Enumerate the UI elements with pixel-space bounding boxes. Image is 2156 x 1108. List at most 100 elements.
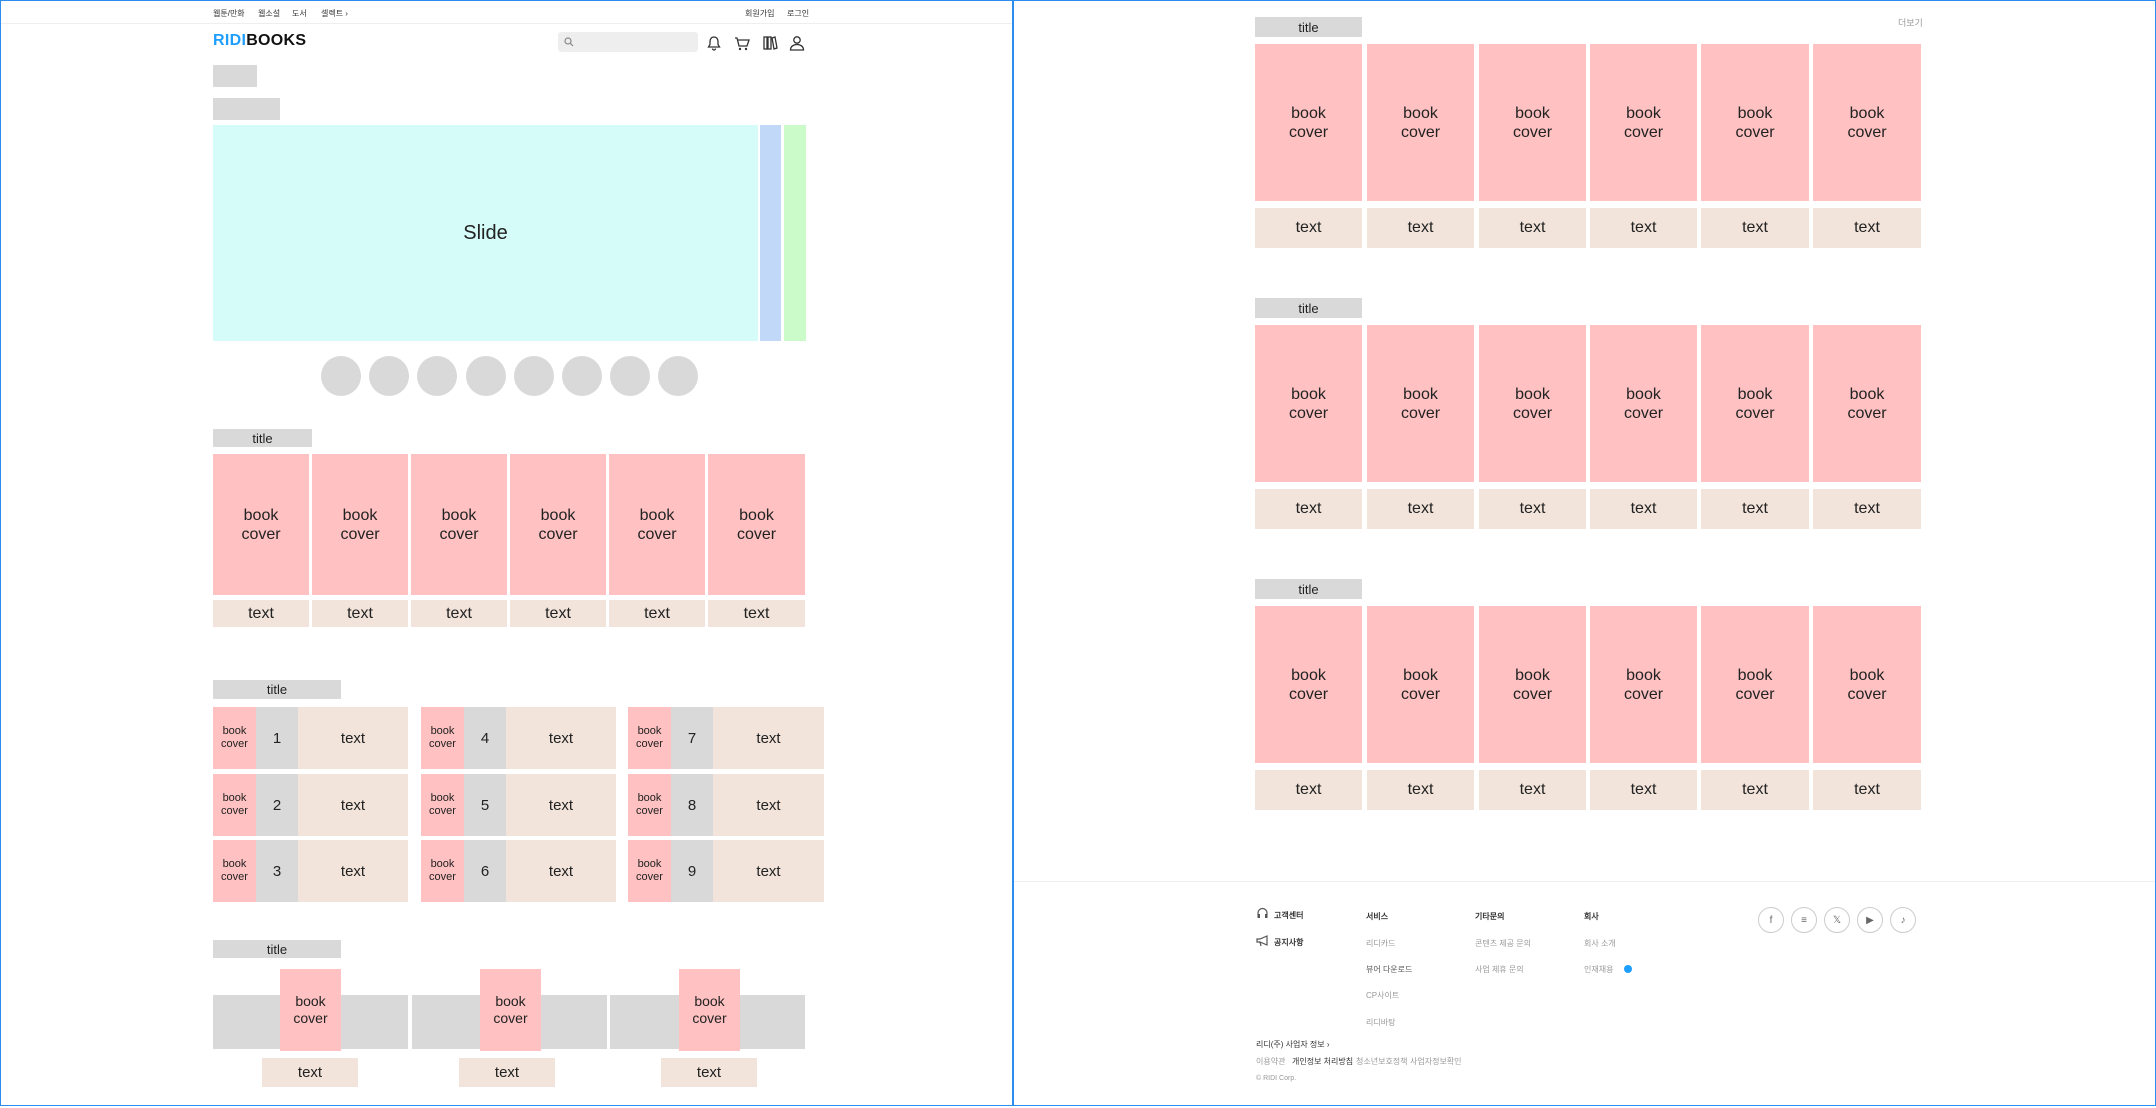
ranking-item[interactable]: book cover 4 text [421, 707, 616, 769]
quick-menu-circle[interactable] [369, 356, 409, 396]
book-info-text[interactable]: text [1367, 489, 1474, 529]
book-info-text[interactable]: text [1701, 208, 1809, 248]
footer-link[interactable]: 회사 소개 [1584, 938, 1616, 949]
book-cover[interactable]: book cover [708, 454, 805, 595]
footer-link[interactable]: 뷰어 다운로드 [1366, 964, 1412, 975]
library-icon[interactable] [761, 34, 779, 52]
book-info-text[interactable]: text [1255, 208, 1362, 248]
category-tab-placeholder[interactable] [213, 65, 257, 87]
nav-select[interactable]: 셀렉트 › [321, 8, 348, 19]
book-info-text[interactable]: text [1479, 208, 1586, 248]
footer-link[interactable]: 리디바탕 [1366, 1017, 1395, 1028]
book-info-text[interactable]: text [1590, 489, 1697, 529]
book-cover[interactable]: book cover [1367, 44, 1474, 201]
subcategory-placeholder[interactable] [213, 98, 280, 120]
book-info-text[interactable]: text [1590, 770, 1697, 810]
book-info-text[interactable]: text [609, 600, 705, 627]
book-cover[interactable]: book cover [312, 454, 408, 595]
book-cover[interactable]: book cover [1701, 44, 1809, 201]
book-info-text[interactable]: text [1367, 208, 1474, 248]
biz-check-link[interactable]: 사업자정보확인 [1410, 1056, 1462, 1067]
featured-text[interactable]: text [459, 1058, 555, 1087]
book-info-text[interactable]: text [1590, 208, 1697, 248]
book-info-text[interactable]: text [1479, 770, 1586, 810]
ranking-item[interactable]: book cover 6 text [421, 840, 616, 902]
youtube-icon[interactable]: ▶ [1857, 907, 1883, 933]
quick-menu-circle[interactable] [417, 356, 457, 396]
book-cover[interactable]: book cover [1479, 606, 1586, 763]
cart-icon[interactable] [733, 34, 751, 52]
book-cover[interactable]: book cover [1701, 325, 1809, 482]
more-link[interactable]: 더보기 [1898, 16, 1923, 29]
book-cover[interactable]: book cover [1813, 606, 1921, 763]
book-cover[interactable]: book cover [1255, 606, 1362, 763]
featured-text[interactable]: text [262, 1058, 358, 1087]
youth-policy-link[interactable]: 청소년보호정책 [1356, 1056, 1408, 1067]
quick-menu-circle[interactable] [466, 356, 506, 396]
quick-menu-circle[interactable] [658, 356, 698, 396]
featured-book-cover[interactable]: book cover [280, 969, 341, 1051]
ranking-item[interactable]: book cover 1 text [213, 707, 408, 769]
login-link[interactable]: 로그인 [787, 8, 809, 19]
ranking-item[interactable]: book cover 2 text [213, 774, 408, 836]
footer-link[interactable]: 리디카드 [1366, 938, 1395, 949]
book-info-text[interactable]: text [510, 600, 606, 627]
book-cover[interactable]: book cover [1479, 325, 1586, 482]
book-info-text[interactable]: text [1367, 770, 1474, 810]
book-cover[interactable]: book cover [510, 454, 606, 595]
book-cover[interactable]: book cover [1367, 325, 1474, 482]
customer-center-link[interactable]: 고객센터 [1274, 910, 1303, 921]
book-cover[interactable]: book cover [1255, 44, 1362, 201]
book-info-text[interactable]: text [411, 600, 507, 627]
nav-webtoon[interactable]: 웹툰/만화 [213, 8, 245, 19]
blog-icon[interactable]: ≡ [1791, 907, 1817, 933]
quick-menu-circle[interactable] [610, 356, 650, 396]
book-info-text[interactable]: text [312, 600, 408, 627]
book-cover[interactable]: book cover [1590, 44, 1697, 201]
nav-webnovel[interactable]: 웹소설 [258, 8, 280, 19]
book-info-text[interactable]: text [1813, 489, 1921, 529]
bell-icon[interactable] [705, 34, 723, 52]
book-info-text[interactable]: text [1701, 770, 1809, 810]
book-cover[interactable]: book cover [213, 454, 309, 595]
book-cover[interactable]: book cover [1367, 606, 1474, 763]
book-info-text[interactable]: text [1701, 489, 1809, 529]
featured-book-cover[interactable]: book cover [679, 969, 740, 1051]
terms-link[interactable]: 이용약관 [1256, 1056, 1285, 1067]
book-cover[interactable]: book cover [1590, 325, 1697, 482]
book-info-text[interactable]: text [1255, 489, 1362, 529]
ridibooks-logo[interactable]: RIDIBOOKS [213, 32, 306, 50]
quick-menu-circle[interactable] [514, 356, 554, 396]
ranking-item[interactable]: book cover 8 text [628, 774, 824, 836]
ranking-item[interactable]: book cover 3 text [213, 840, 408, 902]
ranking-item[interactable]: book cover 9 text [628, 840, 824, 902]
book-info-text[interactable]: text [1813, 208, 1921, 248]
notice-link[interactable]: 공지사항 [1274, 937, 1303, 948]
book-cover[interactable]: book cover [1701, 606, 1809, 763]
book-info-text[interactable]: text [1479, 489, 1586, 529]
book-cover[interactable]: book cover [1590, 606, 1697, 763]
footer-link[interactable]: CP사이트 [1366, 990, 1399, 1001]
quick-menu-circle[interactable] [321, 356, 361, 396]
book-cover[interactable]: book cover [1813, 44, 1921, 201]
main-slide[interactable]: Slide [213, 125, 758, 341]
footer-link[interactable]: 콘텐츠 제공 문의 [1475, 938, 1531, 949]
book-info-text[interactable]: text [213, 600, 309, 627]
footer-link[interactable]: 사업 제휴 문의 [1475, 964, 1524, 975]
after-next-slide-preview[interactable] [784, 125, 806, 341]
user-icon[interactable] [788, 34, 806, 52]
featured-book-cover[interactable]: book cover [480, 969, 541, 1051]
privacy-link[interactable]: 개인정보 처리방침 [1292, 1056, 1353, 1067]
book-cover[interactable]: book cover [1255, 325, 1362, 482]
next-slide-preview[interactable] [760, 125, 781, 341]
footer-link[interactable]: 인재채용 [1584, 964, 1613, 975]
biz-info-toggle[interactable]: 리디(주) 사업자 정보 › [1256, 1039, 1330, 1050]
book-cover[interactable]: book cover [411, 454, 507, 595]
featured-text[interactable]: text [661, 1058, 757, 1087]
facebook-icon[interactable]: f [1758, 907, 1784, 933]
book-cover[interactable]: book cover [1813, 325, 1921, 482]
x-icon[interactable]: 𝕏 [1824, 907, 1850, 933]
ranking-item[interactable]: book cover 7 text [628, 707, 824, 769]
tiktok-icon[interactable]: ♪ [1890, 907, 1916, 933]
book-info-text[interactable]: text [1255, 770, 1362, 810]
